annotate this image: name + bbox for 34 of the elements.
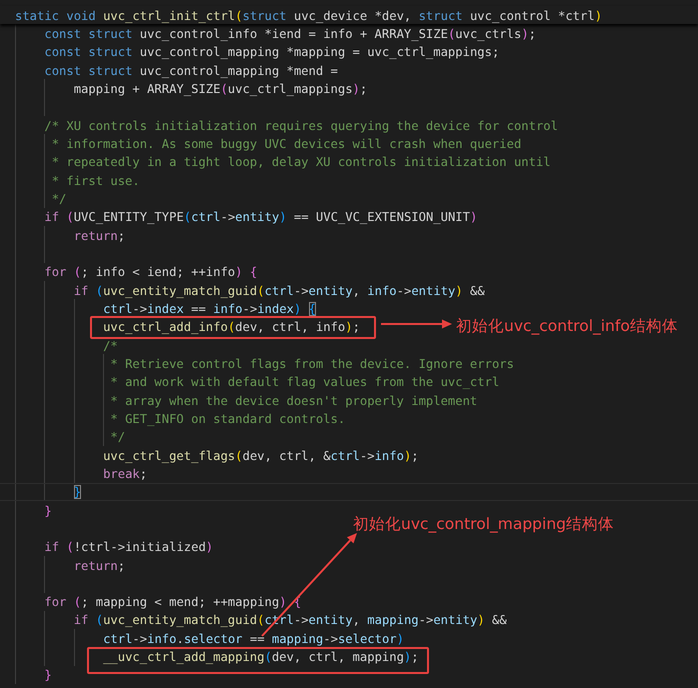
code-line: } (44, 504, 52, 517)
function-signature: static void uvc_ctrl_init_ctrl(struct uvc_device *dev, struct uvc_control *ctrl) (15, 10, 602, 22)
code-line: /* XU controls initialization requires querying the device for control (44, 120, 558, 132)
code-line: const struct uvc_control_mapping *mapping = uvc_ctrl_mappings; (44, 46, 500, 58)
code-line: */ (110, 431, 126, 444)
code-line: * first use. (52, 174, 140, 187)
annotation-label: 初始化uvc_control_info结构体 (456, 316, 678, 337)
code-line: uvc_ctrl_get_flags(dev, ctrl, &ctrl->info); (103, 450, 419, 462)
code-line: ctrl->index == info->index) { (103, 302, 316, 315)
code-line: * and work with default flag values from the uvc_ctrl (110, 376, 500, 388)
code-line: break; (103, 468, 148, 480)
annotation-label: 初始化uvc_control_mapping结构体 (353, 514, 614, 535)
code-line: * GET_INFO on standard controls. (110, 412, 346, 425)
code-line: if (!ctrl->initialized) (44, 541, 214, 554)
code-line: /* (103, 340, 118, 352)
code-line: } (44, 669, 52, 682)
code-line: return; (74, 230, 126, 242)
code-line: __uvc_ctrl_add_mapping(dev, ctrl, mapping); (103, 651, 419, 664)
code-line: mapping + ARRAY_SIZE(uvc_ctrl_mappings); (74, 82, 368, 95)
code-line: return; (74, 560, 126, 572)
code-line: } (74, 486, 82, 498)
code-line: for (; info < iend; ++info) { (44, 266, 258, 278)
code-line: * information. As some buggy UVC devices will crash when queried (52, 138, 522, 150)
arrow (381, 320, 452, 328)
code-line: if (uvc_entity_match_guid(ctrl->entity, info->entity) && (74, 284, 485, 297)
code-line: uvc_ctrl_add_info(dev, ctrl, info); (103, 321, 360, 334)
code-line: * repeatedly in a tight loop, delay XU controls initialization until (52, 156, 551, 168)
code-line: * Retrieve control flags from the device. Ignore errors (110, 358, 514, 370)
code-line: const struct uvc_control_info *iend = info + ARRAY_SIZE(uvc_ctrls); (44, 28, 536, 40)
code-line: * array when the device doesn't properly implement (110, 394, 478, 407)
code-line: const struct uvc_control_mapping *mend = (44, 64, 338, 77)
code-line: if (UVC_ENTITY_TYPE(ctrl->entity) == UVC_VC_EXTENSION_UNIT) (44, 211, 478, 224)
code-line: */ (52, 192, 66, 205)
code-line: ctrl->info.selector == mapping->selector) (103, 632, 404, 645)
